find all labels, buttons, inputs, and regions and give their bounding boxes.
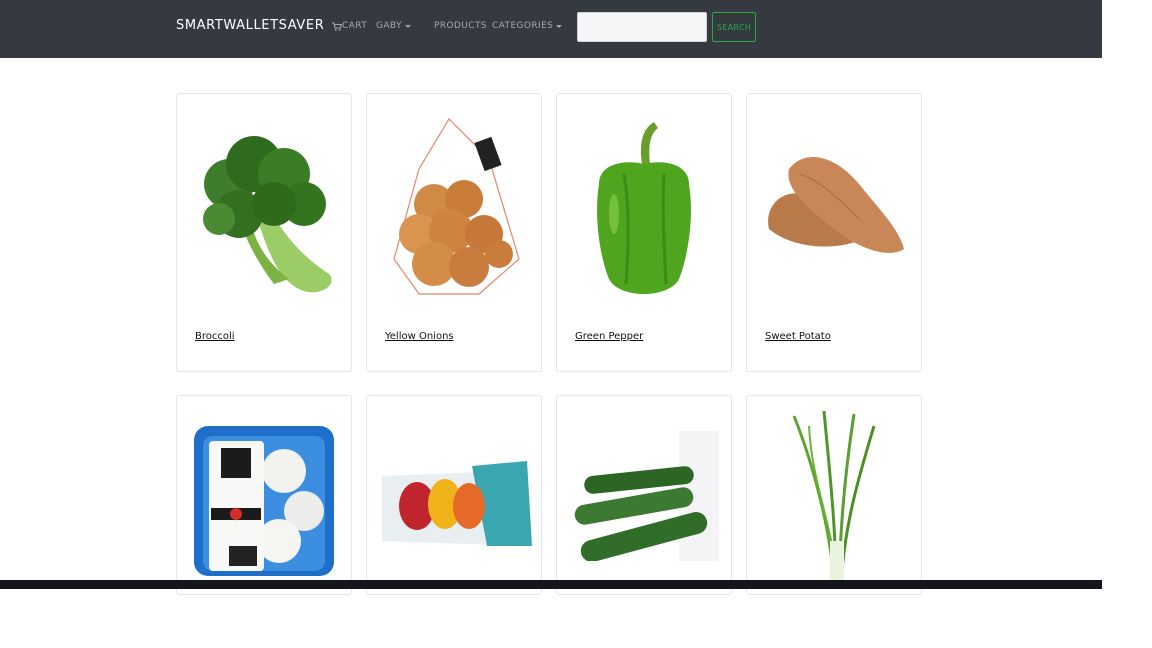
- product-card[interactable]: Yellow Onions: [366, 93, 542, 372]
- navbar: SMARTWALLETSAVER CART GABY PRODUCTS CATE…: [0, 0, 1102, 58]
- cucumbers-image[interactable]: [557, 396, 731, 594]
- white-mushrooms-image[interactable]: [177, 396, 351, 594]
- product-card[interactable]: Green Pepper: [556, 93, 732, 372]
- product-title[interactable]: Green Pepper: [575, 331, 643, 342]
- product-card[interactable]: [366, 395, 542, 595]
- nav-products[interactable]: PRODUCTS: [434, 21, 487, 31]
- onions-image[interactable]: [367, 94, 541, 314]
- product-card[interactable]: Sweet Potato: [746, 93, 922, 372]
- product-card[interactable]: [746, 395, 922, 595]
- nav-cart[interactable]: CART: [332, 21, 367, 31]
- green-pepper-image[interactable]: [557, 94, 731, 314]
- caret-down-icon: [404, 25, 411, 28]
- product-card[interactable]: [176, 395, 352, 595]
- search-button[interactable]: SEARCH: [712, 12, 756, 42]
- nav-user-dropdown[interactable]: GABY: [376, 21, 411, 31]
- cart-icon: [332, 21, 342, 31]
- nav-products-label: PRODUCTS: [434, 21, 487, 31]
- page: SMARTWALLETSAVER CART GABY PRODUCTS CATE…: [0, 0, 1152, 648]
- broccoli-image[interactable]: [177, 94, 351, 314]
- search-input[interactable]: [577, 12, 707, 42]
- product-title[interactable]: Broccoli: [195, 331, 235, 342]
- nav-user-label: GABY: [376, 21, 402, 31]
- sweet-potato-image[interactable]: [747, 94, 921, 314]
- caret-down-icon: [556, 25, 563, 28]
- nav-cart-label: CART: [342, 21, 368, 31]
- nav-categories-dropdown[interactable]: CATEGORIES: [492, 21, 563, 31]
- nav-categories-label: CATEGORIES: [492, 21, 554, 31]
- brand-logo[interactable]: SMARTWALLETSAVER: [176, 18, 324, 33]
- product-card[interactable]: [556, 395, 732, 595]
- footer-bar: [0, 580, 1102, 589]
- mini-peppers-image[interactable]: [367, 396, 541, 594]
- product-card[interactable]: Broccoli: [176, 93, 352, 372]
- product-title[interactable]: Sweet Potato: [765, 331, 831, 342]
- green-onions-image[interactable]: [747, 396, 921, 594]
- product-title[interactable]: Yellow Onions: [385, 331, 454, 342]
